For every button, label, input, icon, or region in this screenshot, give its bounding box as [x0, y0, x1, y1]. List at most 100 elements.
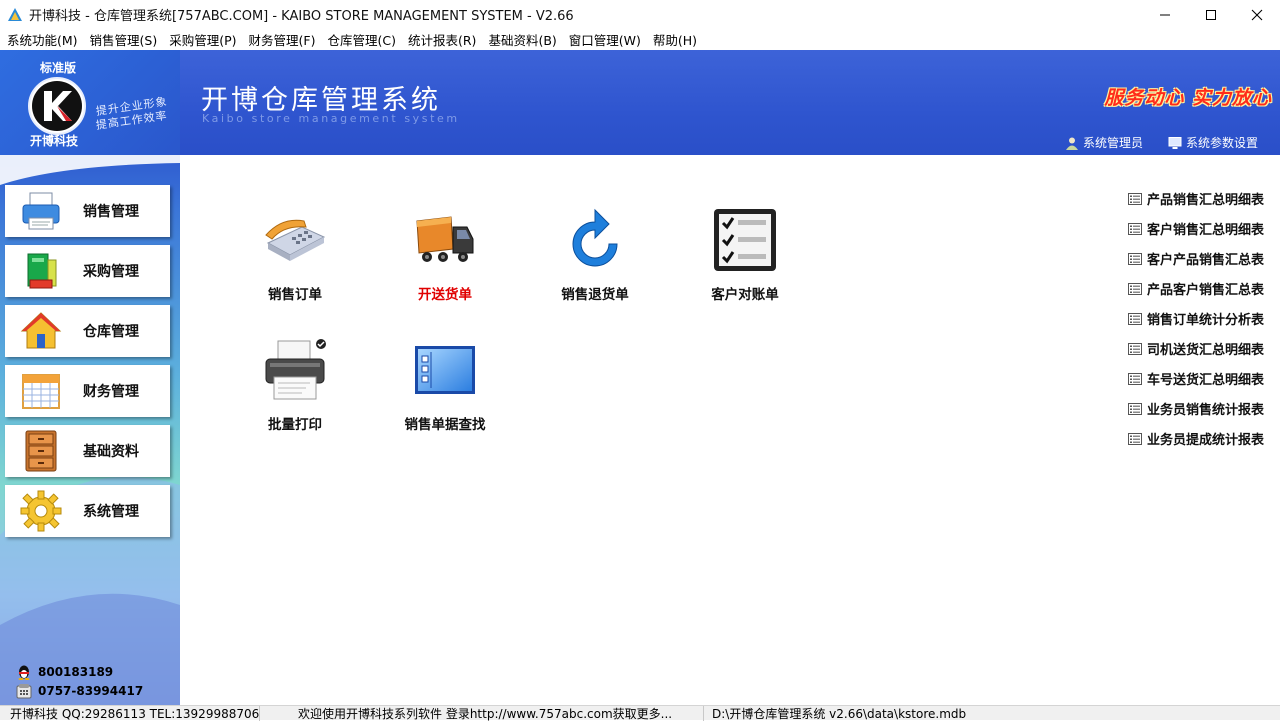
- sidebar: 销售管理 采购管理 仓库管理 财务管理 基础资料 系统管理 800183189 …: [0, 155, 180, 705]
- monitor-icon: [1168, 136, 1182, 149]
- tile-delivery-note[interactable]: 开送货单: [385, 205, 505, 303]
- system-subtitle: Kaibo store management system: [202, 112, 460, 125]
- motto-text: 服务动心 实力放心: [1104, 87, 1272, 109]
- window-list-icon: [415, 346, 475, 394]
- sidebar-item-label: 销售管理: [83, 204, 139, 220]
- close-button[interactable]: [1234, 0, 1280, 29]
- window-titlebar: 开博科技 - 仓库管理系统[757ABC.COM] - KAIBO STORE …: [0, 0, 1280, 29]
- main-panel: 销售订单 开送货单 销售退货单 客户对账单 批量打印 销售单据查找 产品销售汇总…: [180, 155, 1280, 705]
- sidebar-item-purchase[interactable]: 采购管理: [5, 245, 170, 297]
- refresh-arrow-icon: [572, 208, 618, 267]
- report-link-label: 销售订单统计分析表: [1147, 313, 1265, 328]
- app-icon: [8, 7, 22, 21]
- status-database-path: D:\开博仓库管理系统 v2.66\data\kstore.mdb: [712, 706, 967, 721]
- report-link-label: 业务员销售统计报表: [1147, 403, 1265, 418]
- sidebar-item-label: 基础资料: [83, 444, 139, 460]
- report-link[interactable]: 车号送货汇总明细表: [1128, 369, 1264, 388]
- report-icon: [1128, 372, 1142, 385]
- tile-label: 销售退货单: [561, 287, 629, 303]
- report-link-label: 客户销售汇总明细表: [1147, 223, 1265, 238]
- qq-penguin-icon: [18, 665, 30, 680]
- menu-help[interactable]: 帮助(H): [648, 30, 702, 49]
- report-link[interactable]: 产品销售汇总明细表: [1128, 189, 1264, 208]
- calendar-icon: [22, 374, 60, 409]
- sidebar-item-label: 系统管理: [83, 504, 139, 520]
- report-link-label: 产品客户销售汇总表: [1147, 283, 1265, 298]
- menu-system[interactable]: 系统功能(M): [2, 30, 83, 49]
- report-icon: [1128, 342, 1142, 355]
- k-logo-icon: [32, 81, 82, 131]
- sidebar-item-finance[interactable]: 财务管理: [5, 365, 170, 417]
- close-icon: [1251, 9, 1263, 20]
- menu-bar: 系统功能(M) 销售管理(S) 采购管理(P) 财务管理(F) 仓库管理(C) …: [0, 29, 1280, 50]
- report-icon: [1128, 402, 1142, 415]
- report-link[interactable]: 客户产品销售汇总表: [1128, 249, 1264, 268]
- user-icon: [1066, 137, 1078, 150]
- tile-customer-statement[interactable]: 客户对账单: [685, 205, 805, 303]
- minimize-button[interactable]: [1142, 0, 1188, 29]
- tile-sales-document-search[interactable]: 销售单据查找: [385, 335, 505, 433]
- menu-sales[interactable]: 销售管理(S): [85, 30, 163, 49]
- report-link-label: 车号送货汇总明细表: [1147, 373, 1265, 388]
- report-icon: [1128, 252, 1142, 265]
- phone-icon: [16, 684, 32, 699]
- phone-number: 0757-83994417: [38, 684, 144, 698]
- sidebar-item-sales[interactable]: 销售管理: [5, 185, 170, 237]
- menu-basic-data[interactable]: 基础资料(B): [483, 30, 561, 49]
- menu-reports[interactable]: 统计报表(R): [403, 30, 481, 49]
- system-settings-label: 系统参数设置: [1186, 136, 1259, 150]
- sidebar-item-basic-data[interactable]: 基础资料: [5, 425, 170, 477]
- status-company-info: 开博科技 QQ:29286113 TEL:13929988706: [0, 705, 260, 721]
- printer-icon: [22, 192, 60, 230]
- status-welcome-message: 欢迎使用开博科技系列软件 登录http://www.757abc.com获取更多…: [260, 705, 704, 721]
- sidebar-item-label: 仓库管理: [83, 324, 139, 340]
- checklist-icon: [714, 209, 776, 271]
- current-user-link[interactable]: 系统管理员: [1065, 134, 1143, 151]
- report-link[interactable]: 业务员销售统计报表: [1128, 399, 1264, 418]
- report-link[interactable]: 业务员提成统计报表: [1128, 429, 1264, 448]
- tile-label: 客户对账单: [711, 287, 779, 303]
- maximize-button[interactable]: [1188, 0, 1234, 29]
- sidebar-item-label: 财务管理: [83, 384, 139, 400]
- status-bar: 开博科技 QQ:29286113 TEL:13929988706 欢迎使用开博科…: [0, 705, 1280, 721]
- report-link-label: 产品销售汇总明细表: [1147, 193, 1265, 208]
- house-icon: [20, 312, 62, 349]
- gear-icon: [20, 490, 62, 532]
- printer-icon: [265, 339, 326, 400]
- sidebar-item-label: 采购管理: [83, 264, 139, 280]
- truck-icon: [416, 216, 474, 262]
- system-settings-link[interactable]: 系统参数设置: [1168, 134, 1258, 151]
- phone-contact: 0757-83994417: [16, 683, 143, 699]
- report-link-label: 业务员提成统计报表: [1147, 433, 1265, 448]
- tile-label: 开送货单: [418, 287, 472, 303]
- menu-window[interactable]: 窗口管理(W): [564, 30, 646, 49]
- company-logo: [28, 77, 86, 135]
- window-title: 开博科技 - 仓库管理系统[757ABC.COM] - KAIBO STORE …: [29, 9, 574, 24]
- menu-purchase[interactable]: 采购管理(P): [164, 30, 241, 49]
- company-name: 开博科技: [30, 134, 79, 148]
- menu-finance[interactable]: 财务管理(F): [244, 30, 321, 49]
- report-link[interactable]: 产品客户销售汇总表: [1128, 279, 1264, 298]
- report-link-label: 司机送货汇总明细表: [1147, 343, 1265, 358]
- sidebar-item-warehouse[interactable]: 仓库管理: [5, 305, 170, 357]
- current-user-label: 系统管理员: [1083, 136, 1144, 150]
- books-icon: [27, 253, 57, 289]
- tile-label: 销售订单: [268, 287, 322, 303]
- report-link[interactable]: 销售订单统计分析表: [1128, 309, 1264, 328]
- sidebar-item-system[interactable]: 系统管理: [5, 485, 170, 537]
- cabinet-icon: [25, 430, 57, 472]
- report-link[interactable]: 客户销售汇总明细表: [1128, 219, 1264, 238]
- report-icon: [1128, 312, 1142, 325]
- tile-sales-return[interactable]: 销售退货单: [535, 205, 655, 303]
- report-link[interactable]: 司机送货汇总明细表: [1128, 339, 1264, 358]
- menu-warehouse[interactable]: 仓库管理(C): [323, 30, 401, 49]
- qq-number: 800183189: [38, 665, 114, 679]
- header-banner: 标准版 开博科技 提升企业形象 提高工作效率 开博仓库管理系统 Kaibo st…: [0, 50, 1280, 155]
- telephone-icon: [265, 219, 326, 261]
- edition-label: 标准版: [40, 61, 77, 75]
- report-link-label: 客户产品销售汇总表: [1147, 253, 1265, 268]
- tile-batch-print[interactable]: 批量打印: [235, 335, 355, 433]
- qq-contact: 800183189: [16, 664, 113, 680]
- report-icon: [1128, 432, 1142, 445]
- tile-sales-order[interactable]: 销售订单: [235, 205, 355, 303]
